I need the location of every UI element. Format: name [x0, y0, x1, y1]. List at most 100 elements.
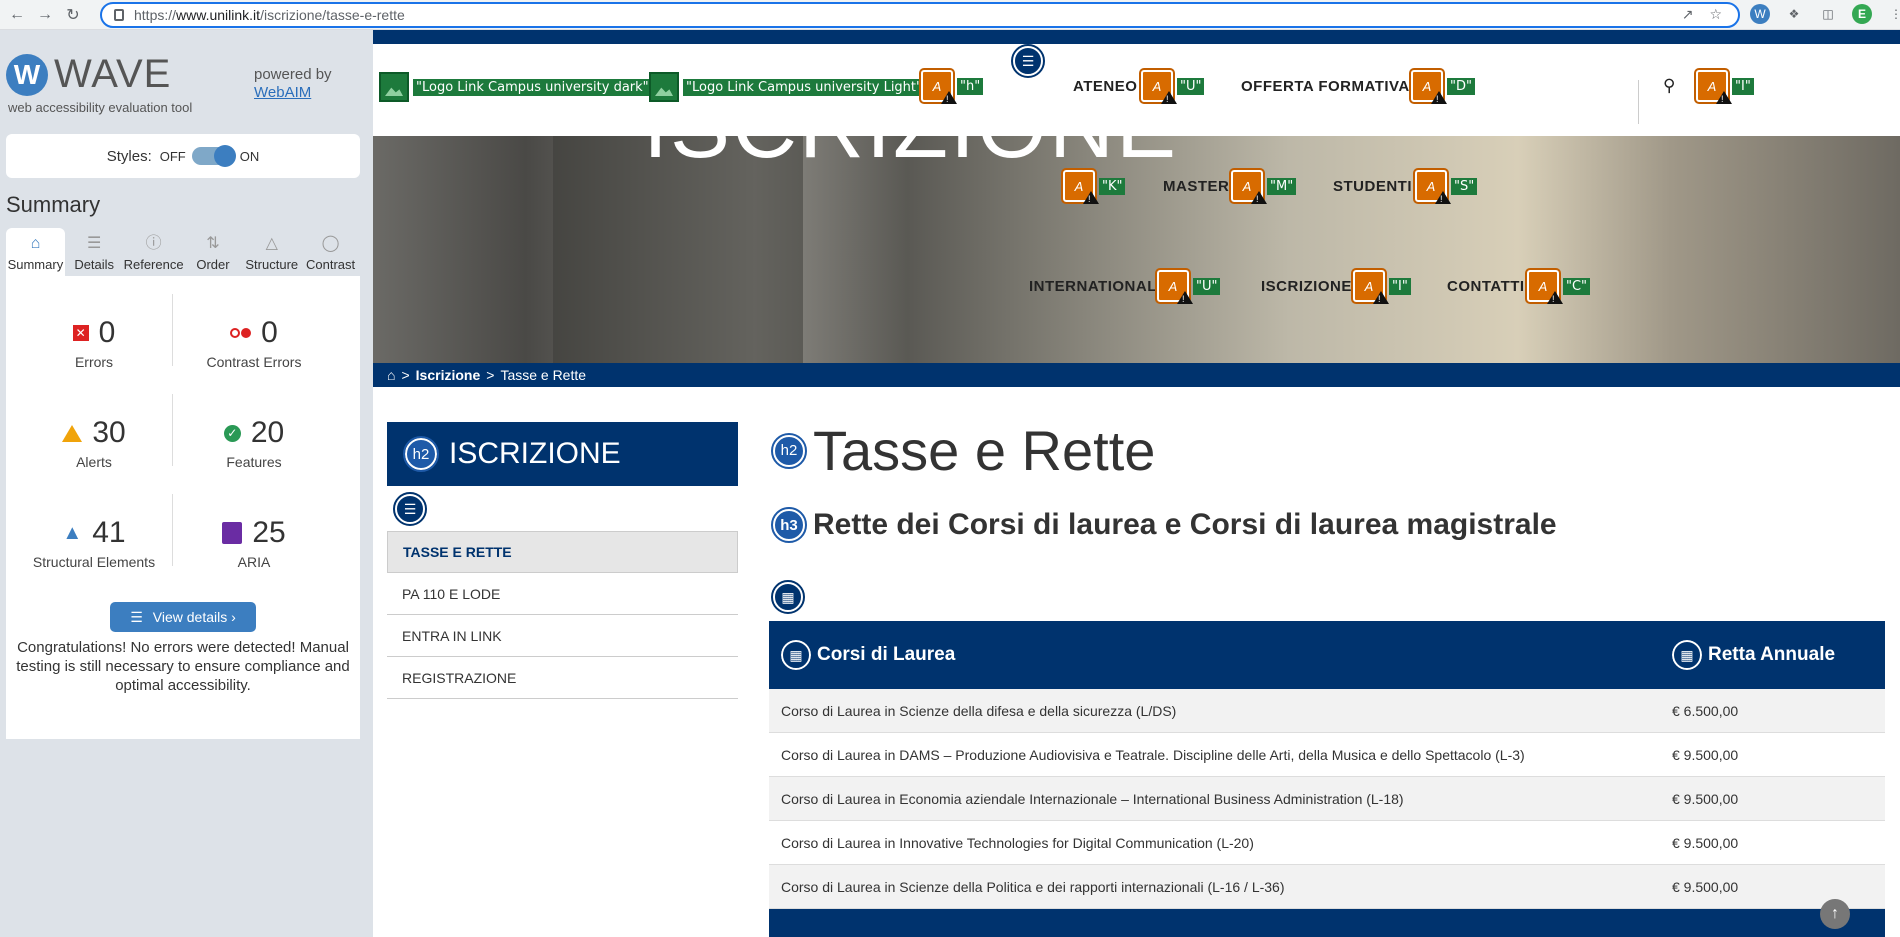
sidebar-item-entra-in-link[interactable]: ENTRA IN LINK — [387, 615, 738, 657]
home-icon: ⌂ — [30, 235, 41, 252]
wave-logo: W WAVE — [6, 52, 171, 97]
wave-logo-icon: W — [6, 53, 48, 96]
logo-dark[interactable]: "Logo Link Campus university dark" — [379, 72, 652, 102]
table-icon[interactable]: ▦ — [771, 580, 805, 614]
wave-subtitle: web accessibility evaluation tool — [8, 100, 193, 115]
sidebar-item-tasse-e-rette[interactable]: TASSE E RETTE — [387, 531, 738, 573]
summary-title: Summary — [6, 192, 101, 217]
table-row: Corso di Laurea in Scienze della difesa … — [769, 689, 1885, 733]
alert-icon: A — [1413, 168, 1451, 204]
nav-iscrizione[interactable]: ISCRIZIONE — [1261, 278, 1352, 295]
home-icon[interactable]: ⌂ — [387, 367, 395, 383]
view-details-button[interactable]: ☰ View details › — [110, 602, 256, 632]
reload-icon[interactable]: ↻ — [62, 4, 84, 26]
stat-alerts[interactable]: 30 Alerts — [6, 416, 182, 470]
wave-list-icon[interactable]: ☰ — [1011, 44, 1045, 78]
menu-dots-icon[interactable]: ⋮ — [1886, 4, 1900, 24]
contrast-icon: ◯ — [321, 235, 340, 252]
nav-iscrizione-alert[interactable]: A "I" — [1351, 268, 1411, 304]
list-icon: ☰ — [130, 608, 143, 625]
search-icon[interactable]: ⚲ — [1663, 76, 1675, 96]
search-alert[interactable]: A "I" — [1694, 68, 1754, 104]
h3-badge: h3 — [771, 507, 807, 543]
tab-details[interactable]: ☰ Details — [65, 228, 124, 276]
stat-errors[interactable]: ✕ 0 Errors — [6, 316, 182, 370]
nav-master-alert[interactable]: A "M" — [1229, 168, 1297, 204]
tab-contrast[interactable]: ◯ Contrast — [301, 228, 360, 276]
sidebar-item-pa-110-e-lode[interactable]: PA 110 E LODE — [387, 573, 738, 615]
wave-tabs: ⌂ Summary ☰ Details ⓘ Reference ⇅ Order △ Str… — [6, 228, 360, 276]
alert-icon: A — [1155, 268, 1193, 304]
table-row: Corso di Laurea in Economia aziendale In… — [769, 777, 1885, 821]
hero-banner: ISCRIZIONE — [373, 77, 1900, 363]
breadcrumb: ⌂ > Iscrizione > Tasse e Rette — [373, 363, 1900, 387]
nav-ateneo-alert[interactable]: A "U" — [1139, 68, 1205, 104]
nav-studenti-alert[interactable]: A "S" — [1413, 168, 1478, 204]
table-header-icon: ▦ — [1670, 638, 1704, 672]
nav-master[interactable]: MASTER — [1163, 178, 1229, 195]
nav-h-alert[interactable]: A "h" — [919, 68, 984, 104]
structure-icon: △ — [265, 235, 278, 252]
contrast-error-icon — [230, 328, 252, 338]
nav-international[interactable]: INTERNATIONAL — [1029, 278, 1157, 295]
puzzle-icon[interactable]: ❖ — [1784, 4, 1804, 24]
nav-offerta-alert[interactable]: A "D" — [1409, 68, 1475, 104]
stat-features[interactable]: ✓ 20 Features — [166, 416, 342, 470]
bookmark-star-icon[interactable]: ☆ — [1709, 6, 1722, 23]
alert-icon: A — [1351, 268, 1389, 304]
table-header-icon: ▦ — [779, 638, 813, 672]
back-icon[interactable]: ← — [6, 4, 28, 26]
col-corsi: Corsi di Laurea — [817, 644, 956, 665]
profile-avatar[interactable]: E — [1852, 4, 1872, 24]
browser-toolbar: ← → ↻ https:// www.unilink.it /iscrizion… — [0, 0, 1900, 30]
stat-aria[interactable]: 25 ARIA — [166, 516, 342, 570]
col-retta: Retta Annuale — [1708, 644, 1836, 665]
scroll-to-top-button[interactable]: ↑ — [1820, 899, 1850, 929]
h2-badge: h2 — [403, 436, 439, 472]
nav-k-alert[interactable]: A "K" — [1061, 168, 1126, 204]
alert-icon: A — [1694, 68, 1732, 104]
logo-light-alt: "Logo Link Campus university Light" — [683, 78, 925, 96]
wave-extension-icon[interactable]: W — [1750, 4, 1770, 24]
styles-off-label: OFF — [159, 148, 186, 164]
nav-offerta-formativa[interactable]: OFFERTA FORMATIVA — [1241, 78, 1410, 95]
nav-contatti[interactable]: CONTATTI — [1447, 278, 1525, 295]
forward-icon[interactable]: → — [34, 4, 56, 26]
sidebar-item-registrazione[interactable]: REGISTRAZIONE — [387, 657, 738, 699]
logo-dark-alt: "Logo Link Campus university dark" — [413, 78, 652, 96]
structure-icon: ▲ — [62, 521, 83, 544]
tab-reference[interactable]: ⓘ Reference — [124, 228, 184, 276]
top-strip — [373, 30, 1900, 44]
stat-structural[interactable]: ▲ 41 Structural Elements — [6, 516, 182, 570]
section-subtitle: h3 Rette dei Corsi di laurea e Corsi di … — [771, 507, 1557, 543]
share-icon[interactable]: ↗ — [1682, 6, 1694, 23]
alert-icon: A — [1229, 168, 1267, 204]
wave-list-icon[interactable]: ☰ — [393, 492, 427, 526]
nav-contatti-alert[interactable]: A "C" — [1525, 268, 1591, 304]
nav-international-alert[interactable]: A "U" — [1155, 268, 1221, 304]
breadcrumb-iscrizione[interactable]: Iscrizione — [416, 367, 481, 383]
image-icon — [379, 72, 409, 102]
address-bar[interactable]: https:// www.unilink.it /iscrizione/tass… — [100, 2, 1740, 28]
table-row: Corso di Laurea in Scienze della Politic… — [769, 865, 1885, 909]
nav-studenti[interactable]: STUDENTI — [1333, 178, 1412, 195]
url-host: www.unilink.it — [176, 7, 261, 23]
congrats-message: Congratulations! No errors were detected… — [16, 639, 350, 694]
nav-ateneo[interactable]: ATENEO — [1073, 78, 1137, 95]
sidepanel-icon[interactable]: ◫ — [1818, 4, 1838, 24]
styles-toggle-box: Styles: OFF ON — [6, 134, 360, 178]
next-table-header — [769, 909, 1885, 937]
alert-icon — [62, 424, 83, 442]
table-header: ▦ Corsi di Laurea ▦ Retta Annuale — [769, 621, 1885, 689]
tab-structure[interactable]: △ Structure — [242, 228, 301, 276]
styles-toggle[interactable] — [191, 145, 236, 167]
fees-table: ▦ Corsi di Laurea ▦ Retta Annuale Corso di… — [769, 621, 1885, 937]
breadcrumb-current: Tasse e Rette — [500, 367, 587, 383]
stat-contrast-errors[interactable]: 0 Contrast Errors — [166, 316, 342, 370]
table-body: Corso di Laurea in Scienze della difesa … — [769, 689, 1885, 909]
webaim-link[interactable]: WebAIM — [254, 84, 311, 101]
table-row: Corso di Laurea in Innovative Technologi… — [769, 821, 1885, 865]
tab-order[interactable]: ⇅ Order — [184, 228, 243, 276]
tab-summary[interactable]: ⌂ Summary — [6, 228, 65, 276]
logo-light[interactable]: "Logo Link Campus university Light" — [649, 72, 925, 102]
